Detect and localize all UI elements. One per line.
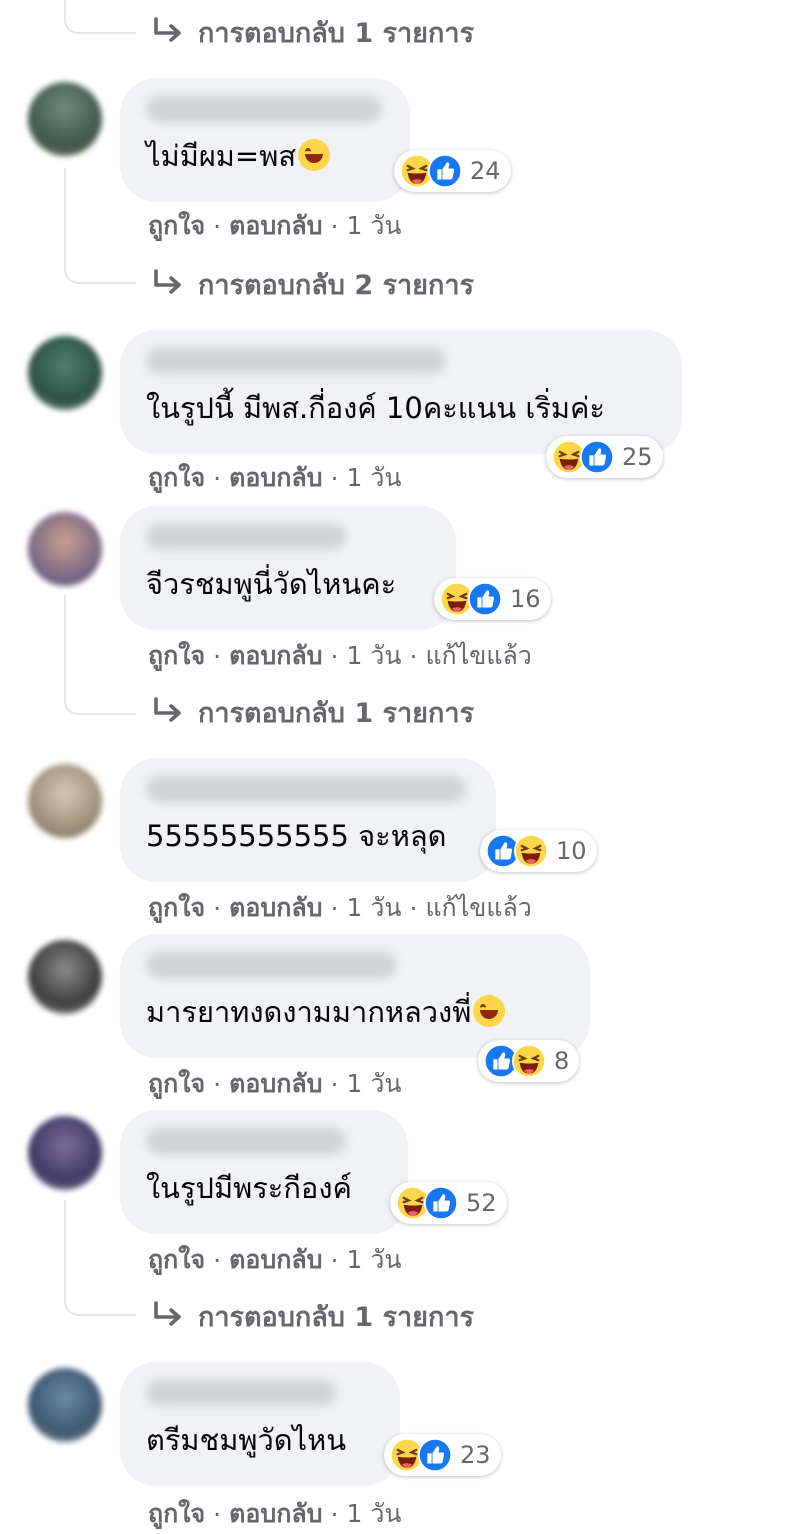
comment-time[interactable]: 1 วัน bbox=[347, 458, 402, 498]
grinning-sweat-emoji-icon bbox=[298, 139, 331, 171]
reaction-count: 10 bbox=[556, 837, 587, 865]
avatar[interactable] bbox=[28, 764, 102, 838]
comment-text: ไม่มีผม=พส bbox=[146, 136, 384, 176]
thread-curve bbox=[64, 693, 136, 715]
avatar[interactable] bbox=[28, 1368, 102, 1442]
reaction-summary[interactable]: 24 bbox=[394, 150, 511, 192]
view-replies-link[interactable]: การตอบกลับ 1 รายการ bbox=[150, 692, 474, 732]
reaction-summary[interactable]: 10 bbox=[480, 830, 597, 872]
comment-time[interactable]: 1 วัน bbox=[347, 1064, 402, 1104]
reply-button[interactable]: ตอบกลับ bbox=[229, 1494, 322, 1534]
comment-time[interactable]: 1 วัน bbox=[347, 888, 402, 928]
avatar[interactable] bbox=[28, 336, 102, 410]
comment-actions: ถูกใจ · ตอบกลับ · 1 วัน · แก้ไขแล้ว bbox=[148, 890, 532, 926]
comment-bubble: จีวรชมพูนี่วัดไหนคะ bbox=[120, 506, 456, 630]
reply-arrow-icon bbox=[150, 697, 186, 727]
thread-line bbox=[64, 168, 66, 264]
comment-text: จีวรชมพูนี่วัดไหนคะ bbox=[146, 567, 397, 601]
comment-actions: ถูกใจ · ตอบกลับ · 1 วัน bbox=[148, 1496, 401, 1532]
comment-text: 55555555555 จะหลุด bbox=[146, 819, 447, 853]
comment-bubble: ตรีมชมพูวัดไหน bbox=[120, 1362, 400, 1486]
thread-line bbox=[64, 595, 66, 695]
like-button[interactable]: ถูกใจ bbox=[148, 458, 205, 498]
avatar[interactable] bbox=[28, 1116, 102, 1190]
view-replies-label: การตอบกลับ 2 รายการ bbox=[198, 269, 475, 301]
commenter-name-blurred bbox=[146, 776, 466, 802]
reaction-count: 16 bbox=[510, 585, 541, 613]
commenter-name-blurred bbox=[146, 96, 382, 122]
reaction-summary[interactable]: 23 bbox=[384, 1434, 501, 1476]
reply-arrow-icon bbox=[150, 269, 186, 299]
like-button[interactable]: ถูกใจ bbox=[148, 636, 205, 676]
haha-reaction-icon bbox=[514, 834, 548, 868]
thread-curve bbox=[64, 262, 136, 284]
comment-time[interactable]: 1 วัน bbox=[347, 636, 402, 676]
rolling-laughing-emoji-icon bbox=[473, 995, 506, 1027]
like-button[interactable]: ถูกใจ bbox=[148, 1064, 205, 1104]
view-replies-label: การตอบกลับ 1 รายการ bbox=[198, 697, 475, 729]
view-replies-label: การตอบกลับ 1 รายการ bbox=[198, 17, 475, 49]
thread-line bbox=[64, 1200, 66, 1296]
comment-actions: ถูกใจ · ตอบกลับ · 1 วัน bbox=[148, 1242, 401, 1278]
edited-label: แก้ไขแล้ว bbox=[425, 893, 532, 922]
comment-bubble: ไม่มีผม=พส bbox=[120, 78, 410, 202]
commenter-name-blurred bbox=[146, 524, 346, 550]
reaction-count: 52 bbox=[466, 1189, 497, 1217]
reaction-count: 23 bbox=[460, 1441, 491, 1469]
comment-text: ในรูปมีพระกีองค์ bbox=[146, 1171, 352, 1205]
reaction-summary[interactable]: 8 bbox=[478, 1040, 580, 1082]
view-replies-link[interactable]: การตอบกลับ 2 รายการ bbox=[150, 264, 474, 304]
comment-actions: ถูกใจ · ตอบกลับ · 1 วัน · แก้ไขแล้ว bbox=[148, 638, 532, 674]
reply-button[interactable]: ตอบกลับ bbox=[229, 636, 322, 676]
thread-curve bbox=[64, 12, 136, 34]
haha-reaction-icon bbox=[512, 1044, 546, 1078]
comment-text: ตรีมชมพูวัดไหน bbox=[146, 1423, 347, 1457]
reaction-summary[interactable]: 25 bbox=[546, 436, 663, 478]
reply-arrow-icon bbox=[150, 1301, 186, 1331]
reply-arrow-icon bbox=[150, 17, 186, 47]
comment-bubble: ในรูปมีพระกีองค์ bbox=[120, 1110, 408, 1234]
like-reaction-icon bbox=[580, 440, 614, 474]
commenter-name-blurred bbox=[146, 952, 396, 978]
commenter-name-blurred bbox=[146, 348, 446, 374]
comment-time[interactable]: 1 วัน bbox=[347, 1494, 402, 1534]
avatar[interactable] bbox=[28, 82, 102, 156]
thread-curve bbox=[64, 1294, 136, 1316]
like-button[interactable]: ถูกใจ bbox=[148, 1494, 205, 1534]
like-reaction-icon bbox=[468, 582, 502, 616]
avatar[interactable] bbox=[28, 940, 102, 1014]
avatar[interactable] bbox=[28, 512, 102, 586]
reply-button[interactable]: ตอบกลับ bbox=[229, 1064, 322, 1104]
view-replies-link[interactable]: การตอบกลับ 1 รายการ bbox=[150, 1296, 474, 1336]
comment-time[interactable]: 1 วัน bbox=[347, 1240, 402, 1280]
comment-text: ในรูปนี้ มีพส.กี่องค์ 10คะแนน เริ่มค่ะ bbox=[146, 391, 605, 425]
view-replies-label: การตอบกลับ 1 รายการ bbox=[198, 1301, 475, 1333]
edited-label: แก้ไขแล้ว bbox=[425, 641, 532, 670]
comment-time[interactable]: 1 วัน bbox=[347, 206, 402, 246]
reaction-summary[interactable]: 52 bbox=[390, 1182, 507, 1224]
comment-actions: ถูกใจ · ตอบกลับ · 1 วัน bbox=[148, 208, 401, 244]
like-button[interactable]: ถูกใจ bbox=[148, 1240, 205, 1280]
comment-bubble: 55555555555 จะหลุด bbox=[120, 758, 496, 882]
reply-button[interactable]: ตอบกลับ bbox=[229, 458, 322, 498]
reaction-count: 24 bbox=[470, 157, 501, 185]
reaction-count: 8 bbox=[554, 1047, 570, 1075]
reply-button[interactable]: ตอบกลับ bbox=[229, 888, 322, 928]
comment-text: มารยาทงดงามมากหลวงพี่ bbox=[146, 992, 564, 1032]
like-reaction-icon bbox=[418, 1438, 452, 1472]
like-button[interactable]: ถูกใจ bbox=[148, 206, 205, 246]
reply-button[interactable]: ตอบกลับ bbox=[229, 206, 322, 246]
like-reaction-icon bbox=[428, 154, 462, 188]
comment-actions: ถูกใจ · ตอบกลับ · 1 วัน bbox=[148, 460, 401, 496]
comment-actions: ถูกใจ · ตอบกลับ · 1 วัน bbox=[148, 1066, 401, 1102]
commenter-name-blurred bbox=[146, 1128, 346, 1154]
like-button[interactable]: ถูกใจ bbox=[148, 888, 205, 928]
reaction-count: 25 bbox=[622, 443, 653, 471]
reaction-summary[interactable]: 16 bbox=[434, 578, 551, 620]
view-replies-link[interactable]: การตอบกลับ 1 รายการ bbox=[150, 12, 474, 52]
like-reaction-icon bbox=[424, 1186, 458, 1220]
commenter-name-blurred bbox=[146, 1380, 336, 1406]
reply-button[interactable]: ตอบกลับ bbox=[229, 1240, 322, 1280]
